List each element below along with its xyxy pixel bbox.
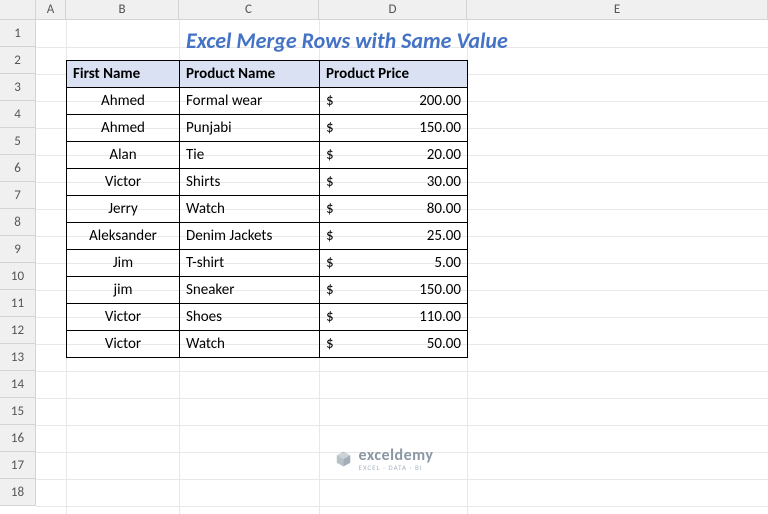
cell-product[interactable]: Tie bbox=[180, 142, 320, 169]
cell-product[interactable]: Shoes bbox=[180, 304, 320, 331]
cell-price[interactable]: $50.00 bbox=[320, 331, 468, 358]
cell-name[interactable]: Ahmed bbox=[67, 88, 180, 115]
row-headers-col: 123456789101112131415161718 bbox=[0, 20, 36, 506]
table-row: Ahmed Formal wear $200.00 bbox=[67, 88, 468, 115]
cube-icon bbox=[335, 450, 353, 468]
cell-name[interactable]: Jerry bbox=[67, 196, 180, 223]
row-header-13[interactable]: 13 bbox=[0, 344, 35, 371]
cell-price[interactable]: $150.00 bbox=[320, 115, 468, 142]
table-row: Victor Shirts $30.00 bbox=[67, 169, 468, 196]
col-header-A[interactable]: A bbox=[36, 0, 66, 19]
col-header-E[interactable]: E bbox=[467, 0, 768, 19]
row-header-3[interactable]: 3 bbox=[0, 74, 35, 101]
row-header-11[interactable]: 11 bbox=[0, 290, 35, 317]
row-header-1[interactable]: 1 bbox=[0, 20, 35, 47]
column-headers-row: ABCDE bbox=[0, 0, 768, 20]
row-header-17[interactable]: 17 bbox=[0, 452, 35, 479]
row-header-4[interactable]: 4 bbox=[0, 101, 35, 128]
logo-subtext: EXCEL · DATA · BI bbox=[359, 463, 423, 472]
header-first-name[interactable]: First Name bbox=[67, 61, 180, 88]
cell-product[interactable]: T-shirt bbox=[180, 250, 320, 277]
row-header-12[interactable]: 12 bbox=[0, 317, 35, 344]
cell-product[interactable]: Watch bbox=[180, 196, 320, 223]
cell-price[interactable]: $5.00 bbox=[320, 250, 468, 277]
cell-name[interactable]: Victor bbox=[67, 169, 180, 196]
row-header-10[interactable]: 10 bbox=[0, 263, 35, 290]
col-header-B[interactable]: B bbox=[66, 0, 179, 19]
cell-product[interactable]: Denim Jackets bbox=[180, 223, 320, 250]
table-row: Ahmed Punjabi $150.00 bbox=[67, 115, 468, 142]
row-header-7[interactable]: 7 bbox=[0, 182, 35, 209]
table-row: Jerry Watch $80.00 bbox=[67, 196, 468, 223]
table-row: Alan Tie $20.00 bbox=[67, 142, 468, 169]
cell-price[interactable]: $30.00 bbox=[320, 169, 468, 196]
select-all-corner[interactable] bbox=[0, 0, 36, 19]
row-header-5[interactable]: 5 bbox=[0, 128, 35, 155]
row-header-9[interactable]: 9 bbox=[0, 236, 35, 263]
cell-name[interactable]: Victor bbox=[67, 331, 180, 358]
data-table[interactable]: First Name Product Name Product Price Ah… bbox=[66, 60, 468, 358]
page-title: Excel Merge Rows with Same Value bbox=[186, 27, 508, 54]
cell-price[interactable]: $110.00 bbox=[320, 304, 468, 331]
cell-name[interactable]: Ahmed bbox=[67, 115, 180, 142]
row-header-18[interactable]: 18 bbox=[0, 479, 35, 506]
table-row: Victor Watch $50.00 bbox=[67, 331, 468, 358]
spreadsheet-grid: ABCDE 123456789101112131415161718 Excel … bbox=[0, 0, 768, 514]
cell-product[interactable]: Watch bbox=[180, 331, 320, 358]
cell-product[interactable]: Sneaker bbox=[180, 277, 320, 304]
row-header-14[interactable]: 14 bbox=[0, 371, 35, 398]
row-header-16[interactable]: 16 bbox=[0, 425, 35, 452]
cell-name[interactable]: Victor bbox=[67, 304, 180, 331]
table-row: jim Sneaker $150.00 bbox=[67, 277, 468, 304]
table-row: Victor Shoes $110.00 bbox=[67, 304, 468, 331]
col-header-C[interactable]: C bbox=[179, 0, 319, 19]
cell-name[interactable]: Alan bbox=[67, 142, 180, 169]
header-product-price[interactable]: Product Price bbox=[320, 61, 468, 88]
table-header-row: First Name Product Name Product Price bbox=[67, 61, 468, 88]
cell-price[interactable]: $20.00 bbox=[320, 142, 468, 169]
row-header-2[interactable]: 2 bbox=[0, 47, 35, 74]
row-header-15[interactable]: 15 bbox=[0, 398, 35, 425]
table-row: Jim T-shirt $5.00 bbox=[67, 250, 468, 277]
cell-name[interactable]: Aleksander bbox=[67, 223, 180, 250]
cell-price[interactable]: $150.00 bbox=[320, 277, 468, 304]
row-header-8[interactable]: 8 bbox=[0, 209, 35, 236]
cell-price[interactable]: $80.00 bbox=[320, 196, 468, 223]
cell-product[interactable]: Punjabi bbox=[180, 115, 320, 142]
cell-name[interactable]: jim bbox=[67, 277, 180, 304]
cell-price[interactable]: $200.00 bbox=[320, 88, 468, 115]
cell-product[interactable]: Formal wear bbox=[180, 88, 320, 115]
cell-product[interactable]: Shirts bbox=[180, 169, 320, 196]
col-header-D[interactable]: D bbox=[319, 0, 467, 19]
cell-price[interactable]: $25.00 bbox=[320, 223, 468, 250]
cell-name[interactable]: Jim bbox=[67, 250, 180, 277]
exceldemy-logo: exceldemy EXCEL · DATA · BI bbox=[335, 446, 434, 472]
table-row: Aleksander Denim Jackets $25.00 bbox=[67, 223, 468, 250]
row-header-6[interactable]: 6 bbox=[0, 155, 35, 182]
header-product-name[interactable]: Product Name bbox=[180, 61, 320, 88]
